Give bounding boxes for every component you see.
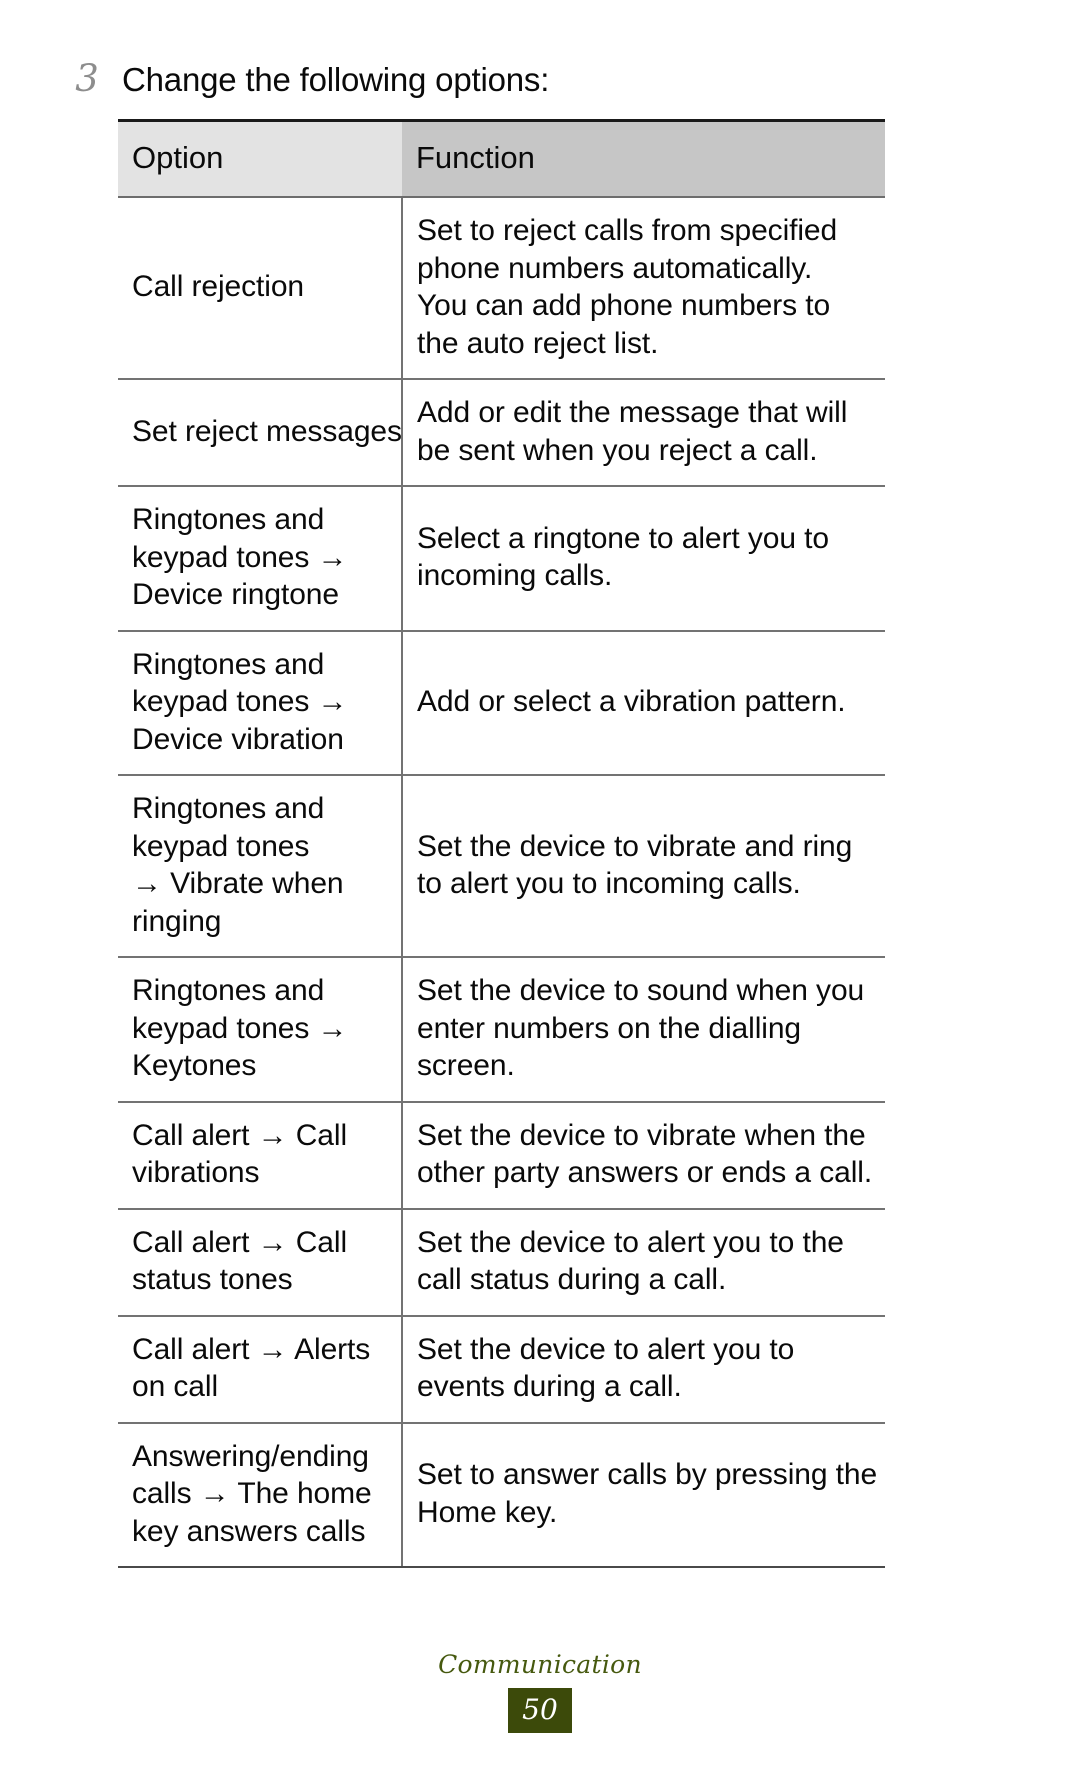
cell-option: Call alert → Call vibrations [118,1101,403,1210]
cell-function: Set the device to alert you to the call s… [402,1208,885,1317]
step-heading: 3 Change the following options: [70,60,549,99]
cell-text-line: on call [132,1370,219,1403]
cell-text-line: Ringtones and [132,974,325,1007]
cell-text-line: Select a ringtone to alert you to [417,521,829,555]
page-number-badge: 50 [508,1688,572,1733]
cell-option: Ringtones and keypad tones → Device ringto… [118,486,403,632]
cell-text-line: ringing [132,904,222,938]
cell-option: Ringtones and keypad tones → Device vibrat… [118,630,403,776]
cell-text-line: Set to reject calls from specified [417,214,838,247]
cell-text-line: Call alert → Alerts [132,1332,371,1366]
table-row: Call alert → Alerts on call Set the device… [118,1315,885,1424]
cell-text-line: phone numbers automatically. [417,251,813,285]
cell-text-line: incoming calls. [417,559,613,593]
cell-option: Call alert → Alerts on call [118,1315,403,1424]
cell-text-line: Call rejection [132,270,305,304]
cell-function: Set to answer calls by pressing the Home … [402,1422,885,1568]
cell-text-line: Ringtones and [132,792,325,825]
cell-option: Set reject messages [118,379,403,487]
cell-text-line: Keytones [132,1049,257,1082]
cell-text-line: vibrations [132,1156,260,1189]
cell-text-line: be sent when you reject a call. [417,433,818,467]
cell-text-line: Set the device to vibrate and ring [417,829,853,863]
cell-function: Set the device to sound when you enter nu… [402,957,885,1103]
table-row: Ringtones and keypad tones → Device vibrat… [118,630,885,776]
footer-section-title: Communication [438,1650,642,1679]
cell-text-line: Set the device to alert you to [417,1332,795,1366]
cell-text-line: the auto reject list. [417,326,659,360]
cell-text-line: Device vibration [132,722,344,756]
step-instruction-text: Change the following options: [122,61,550,98]
table-row: Ringtones and keypad tones → Device ringto… [118,486,885,632]
cell-text-line: keypad tones → [132,540,348,574]
cell-text-line: Call alert → Call [132,1118,348,1152]
cell-function: Set the device to alert you to events dur… [402,1315,885,1424]
table-row: Answering/ending calls → The home key answ… [118,1422,885,1568]
cell-text-line: Ringtones and [132,503,325,536]
table-body: Call rejection Set to reject calls from s… [118,197,885,1568]
cell-text-line: Add or edit the message that will [417,396,848,429]
cell-text-line: keypad tones → [132,685,348,718]
cell-text-line: Device ringtone [132,578,339,611]
table-row: Call rejection Set to reject calls from s… [118,197,885,380]
cell-option: Ringtones and keypad tones → Vibrate when r… [118,775,403,958]
cell-text-line: You can add phone numbers to [417,289,831,322]
table-row: Call alert → Call status tones Set the dev… [118,1208,885,1317]
cell-function: Add or edit the message that will be sent… [402,379,885,487]
page-footer: Communication 50 [0,1650,1080,1733]
cell-text-line: calls → The home [132,1477,372,1510]
cell-function: Set the device to vibrate and ring to ale… [402,775,885,958]
cell-text-line: Set the device to sound when you [417,974,865,1007]
cell-text-line: keypad tones [132,829,310,863]
cell-text-line: Add or select a vibration pattern. [417,685,846,718]
cell-text-line: screen. [417,1049,515,1082]
cell-text-line: Home key. [417,1495,558,1529]
column-header-function: Function [402,119,885,198]
cell-text-line: to alert you to incoming calls. [417,867,801,900]
table-row: Set reject messages Add or edit the messa… [118,379,885,487]
options-table: Option Function Call rejection Set to rej… [118,119,885,1568]
cell-text-line: Set reject messages [132,414,402,448]
table-row: Ringtones and keypad tones → Keytones Set t… [118,957,885,1103]
cell-text-line: enter numbers on the dialling [417,1011,802,1045]
cell-text-line: Set the device to alert you to the [417,1225,844,1259]
cell-text-line: → Vibrate when [132,867,344,900]
cell-text-line: Answering/ending [132,1439,369,1473]
cell-option: Call rejection [118,197,403,380]
cell-option: Ringtones and keypad tones → Keytones [118,957,403,1103]
cell-text-line: Set to answer calls by pressing the [417,1458,878,1492]
cell-text-line: Ringtones and [132,647,325,681]
cell-function: Set the device to vibrate when the other … [402,1101,885,1210]
cell-text-line: Call alert → Call [132,1225,348,1259]
cell-function: Select a ringtone to alert you to incomin… [402,486,885,632]
table-header-row: Option Function [118,119,885,198]
table-row: Call alert → Call vibrations Set the devic… [118,1101,885,1210]
column-header-option: Option [118,119,402,198]
cell-text-line: call status during a call. [417,1263,727,1296]
table-row: Ringtones and keypad tones → Vibrate when r… [118,775,885,958]
cell-function: Add or select a vibration pattern. [402,630,885,776]
document-page: 3 Change the following options: Option F… [0,0,1080,1771]
table-header: Option Function [118,119,885,198]
cell-text-line: keypad tones → [132,1011,348,1045]
cell-text-line: events during a call. [417,1370,682,1403]
cell-option: Answering/ending calls → The home key answ… [118,1422,403,1568]
cell-text-line: status tones [132,1263,293,1296]
cell-text-line: other party answers or ends a call. [417,1156,873,1189]
cell-text-line: Set the device to vibrate when the [417,1118,866,1152]
cell-text-line: key answers calls [132,1514,366,1548]
step-number: 3 [75,57,99,100]
cell-function: Set to reject calls from specified phone … [402,197,885,380]
cell-option: Call alert → Call status tones [118,1208,403,1317]
